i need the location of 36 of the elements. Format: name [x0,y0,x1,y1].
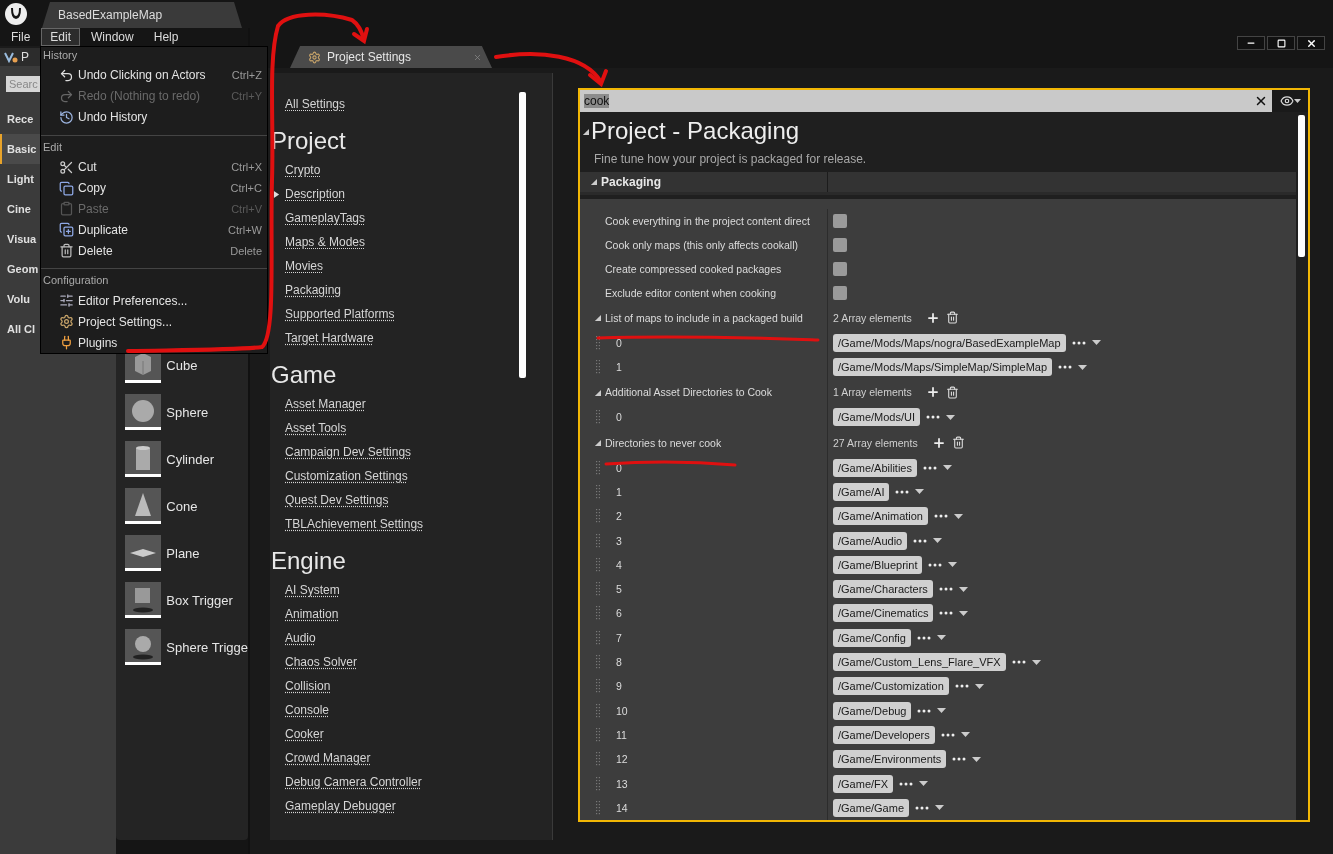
index-label: 13 [616,777,628,790]
index-label: 0 [616,461,622,474]
index-label: 0 [616,336,622,349]
setting-label: Create compressed cooked packages [605,262,782,275]
element-count: 2 Array elements [833,311,912,324]
page-subtitle: Fine tune how your project is packaged for release. [593,151,868,169]
index-label: 11 [616,728,627,741]
index-label: 6 [616,607,622,620]
index-label: 7 [616,631,622,644]
menu-section-heading: History [42,48,79,63]
section-heading: Engine [270,546,347,576]
setting-label: Exclude editor content when cooking [605,286,777,299]
index-label: 3 [616,534,622,547]
index-label: 8 [616,656,622,669]
setting-label: Directories to never cook [605,436,722,449]
setting-label: List of maps to include in a packaged build [605,311,803,324]
setting-label: Cook everything in the project content direct [605,214,810,227]
menu-section-heading: Edit [42,139,63,155]
menu-section-heading: Configuration [42,273,110,289]
index-label: 2 [616,510,622,523]
section-heading: Game [270,360,338,390]
index-label: 14 [616,801,628,814]
section-heading: Project [270,126,347,156]
setting-label: Cook only maps (this only affects cookall) [605,238,798,251]
page-title: Project - Packaging [591,117,800,146]
element-count: 1 Array elements [833,386,912,399]
index-label: 1 [616,361,622,374]
index-label: 5 [616,583,622,596]
element-count: 27 Array elements [833,436,918,449]
index-label: 12 [616,753,628,766]
index-label: 1 [616,486,622,498]
index-label: 4 [616,558,622,571]
index-label: 9 [616,680,622,693]
index-label: 10 [616,704,628,717]
index-label: 0 [616,411,622,424]
setting-label: Additional Asset Directories to Cook [605,386,772,399]
